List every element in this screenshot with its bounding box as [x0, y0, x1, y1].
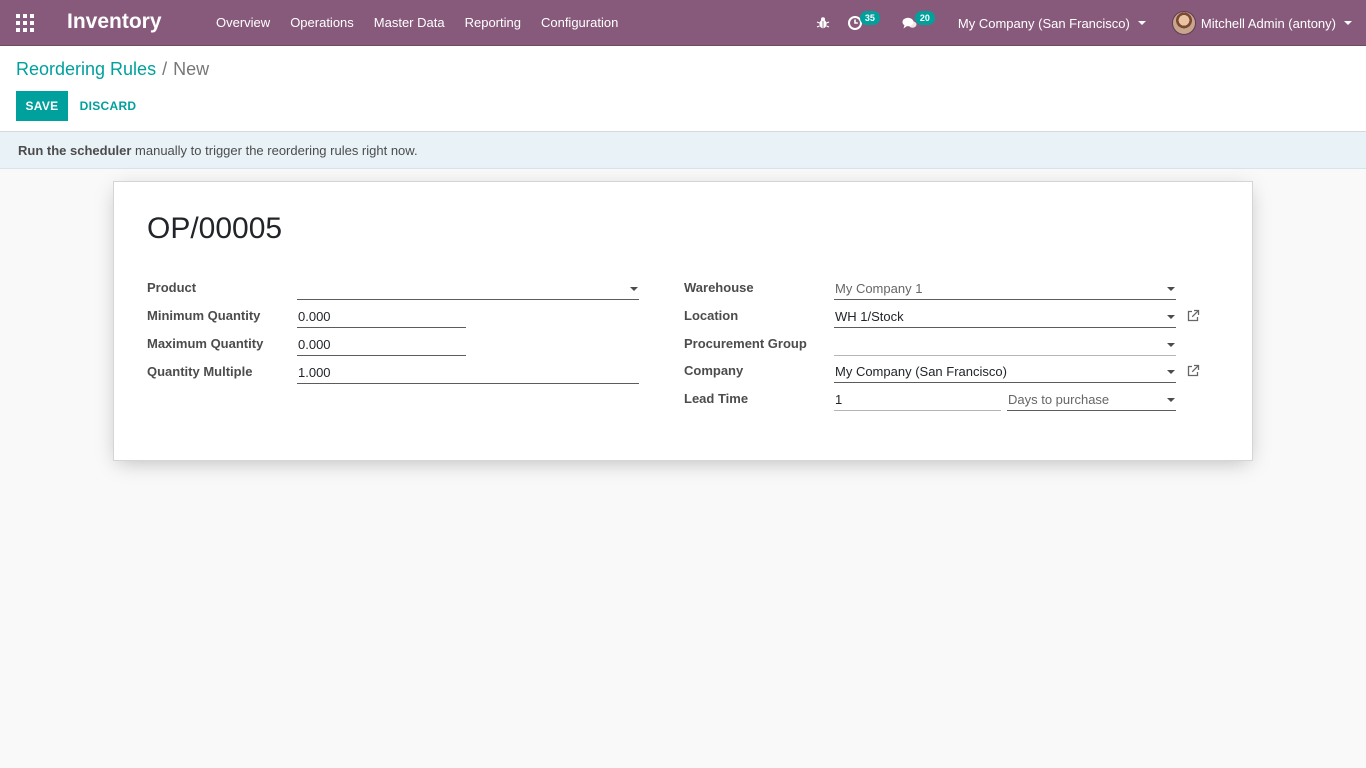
lead-type-select[interactable]: Days to purchase	[1007, 388, 1176, 411]
chevron-down-icon[interactable]	[1167, 370, 1175, 374]
discard-button[interactable]: DISCARD	[72, 91, 144, 121]
main-menu: Overview Operations Master Data Reportin…	[206, 0, 628, 46]
breadcrumb-current: New	[173, 59, 210, 79]
chevron-down-icon[interactable]	[1167, 287, 1175, 291]
company-switcher-label: My Company (San Francisco)	[957, 15, 1130, 31]
max-qty-field[interactable]: 0.000	[297, 333, 466, 356]
user-name: Mitchell Admin (antony)	[1200, 15, 1336, 31]
alert-text: manually to trigger the reordering rules…	[131, 143, 418, 158]
procurement-group-label: Procurement Group	[684, 336, 807, 351]
systray: 35 20 My Company (San Francisco) Mitchel…	[807, 0, 1366, 46]
scheduler-info-alert: Run the scheduler manually to trigger th…	[0, 132, 1366, 169]
avatar	[1171, 11, 1196, 35]
messaging-menu[interactable]: 20	[894, 0, 948, 46]
save-button[interactable]: SAVE	[16, 91, 68, 121]
menu-overview[interactable]: Overview	[206, 0, 280, 46]
lead-type-value: Days to purchase	[1008, 392, 1110, 407]
warehouse-label: Warehouse	[684, 280, 754, 295]
external-link-icon[interactable]	[1186, 309, 1200, 323]
form-sheet: OP/00005 Product Minimum Quantity 0.000 …	[113, 181, 1253, 461]
min-qty-label: Minimum Quantity	[147, 308, 261, 323]
location-label: Location	[684, 308, 739, 323]
qty-multiple-field[interactable]: 1.000	[297, 361, 639, 384]
chevron-down-icon[interactable]	[1167, 315, 1175, 319]
activity-menu[interactable]: 35	[840, 0, 894, 46]
user-menu[interactable]: Mitchell Admin (antony)	[1160, 0, 1366, 46]
chevron-down-icon	[1137, 21, 1146, 25]
menu-master-data[interactable]: Master Data	[364, 0, 455, 46]
external-link-icon[interactable]	[1186, 364, 1200, 378]
warehouse-field[interactable]: My Company 1	[834, 277, 1176, 300]
bug-icon	[817, 17, 830, 29]
warehouse-value: My Company 1	[835, 281, 923, 296]
max-qty-label: Maximum Quantity	[147, 336, 264, 351]
message-count-badge: 20	[914, 11, 935, 25]
company-field[interactable]: My Company (San Francisco)	[834, 360, 1176, 383]
company-switcher[interactable]: My Company (San Francisco)	[948, 0, 1160, 46]
breadcrumb-parent[interactable]: Reordering Rules	[16, 59, 156, 79]
company-label: Company	[684, 363, 744, 378]
alert-bold-text[interactable]: Run the scheduler	[18, 143, 131, 158]
company-value: My Company (San Francisco)	[835, 364, 1007, 379]
product-label: Product	[147, 280, 197, 295]
menu-reporting[interactable]: Reporting	[455, 0, 531, 46]
record-name: OP/00005	[147, 212, 283, 245]
chevron-down-icon[interactable]	[1167, 398, 1175, 402]
qty-multiple-label: Quantity Multiple	[147, 364, 253, 379]
breadcrumb-separator: /	[162, 59, 168, 79]
lead-time-label: Lead Time	[684, 391, 749, 406]
product-field[interactable]	[297, 277, 639, 300]
chevron-down-icon[interactable]	[1167, 343, 1175, 347]
chevron-down-icon[interactable]	[630, 287, 638, 291]
menu-operations[interactable]: Operations	[280, 0, 364, 46]
min-qty-field[interactable]: 0.000	[297, 305, 466, 328]
chevron-down-icon	[1344, 21, 1352, 25]
top-navbar: Inventory Overview Operations Master Dat…	[0, 0, 1366, 46]
location-field[interactable]: WH 1/Stock	[834, 305, 1176, 328]
location-value: WH 1/Stock	[835, 309, 904, 324]
procurement-group-field[interactable]	[834, 333, 1176, 356]
lead-time-field[interactable]: 1	[834, 388, 1001, 411]
activity-count-badge: 35	[859, 11, 880, 25]
breadcrumb: Reordering Rules / New	[16, 59, 209, 80]
control-panel: Reordering Rules / New SAVE DISCARD	[0, 46, 1366, 132]
app-title[interactable]: Inventory	[67, 10, 162, 34]
apps-grid-icon[interactable]	[16, 14, 34, 32]
menu-configuration[interactable]: Configuration	[531, 0, 628, 46]
debug-bug-icon[interactable]	[807, 0, 840, 46]
